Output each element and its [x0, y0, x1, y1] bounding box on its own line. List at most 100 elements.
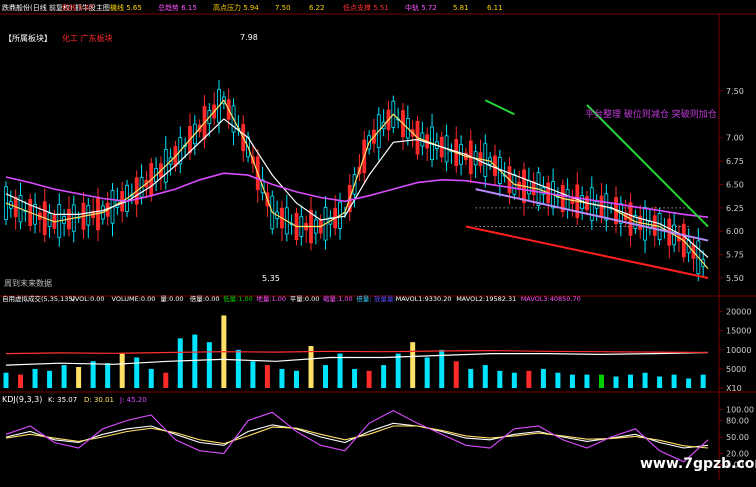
- volume-bar: [686, 378, 692, 388]
- ma-line: [5, 118, 709, 258]
- kdj-field: J: 45.20: [119, 396, 147, 404]
- volume-bar: [584, 374, 590, 388]
- volume-bar: [76, 367, 82, 388]
- volume-bar: [642, 372, 648, 388]
- volume-field: 放量量:: [374, 294, 396, 303]
- volume-bar: [424, 357, 430, 388]
- volume-field: 低量:1.00: [223, 294, 253, 303]
- y-tick-label: 15000: [726, 327, 751, 336]
- volume-bar: [468, 368, 474, 388]
- volume-bar: [323, 365, 329, 388]
- sector-names: 化工 广东板块: [62, 33, 113, 43]
- high-marker: 7.98: [240, 33, 258, 42]
- volume-field: MAVOL3:40850.70: [521, 295, 581, 303]
- volume-bar: [671, 374, 677, 388]
- volume-bar: [453, 361, 459, 388]
- y-tick-label: 7.00: [726, 134, 744, 143]
- header-field: 6.22: [309, 4, 325, 12]
- volume-bar: [264, 365, 270, 388]
- volume-bar: [119, 353, 125, 388]
- y-tick-label: 5.75: [726, 251, 744, 260]
- header-field: 中轨 5.72: [405, 3, 437, 12]
- header-field: 总趋势 6.15: [158, 3, 197, 12]
- volume-bar: [598, 374, 604, 388]
- volume-field: 地量:1.00: [256, 294, 286, 303]
- header-field: 供线 5.67: [62, 3, 94, 12]
- volume-bar: [250, 361, 256, 388]
- y-tick-label: 20000: [726, 308, 751, 317]
- volume-field: VVOL:0.00: [70, 295, 104, 303]
- ma-line: [5, 99, 709, 269]
- volume-field: 平量:0.00: [290, 295, 320, 303]
- kdj-line: [5, 409, 709, 463]
- volume-field: MAVOL1:9330.20: [396, 295, 452, 303]
- volume-bar: [526, 370, 532, 388]
- volume-bar: [18, 374, 24, 388]
- volume-bar: [569, 374, 575, 388]
- volume-bar: [540, 368, 546, 388]
- watermark: www.7gpzb.com: [640, 456, 756, 472]
- trend-line: [484, 99, 515, 116]
- y-tick-label: 100.00: [726, 406, 754, 415]
- volume-field: 缩量:1.00: [323, 294, 353, 303]
- overlay-text: 平台整理 破位则减仓 突破则加仓: [585, 108, 717, 120]
- y-tick-label: X10: [726, 384, 742, 393]
- mavol-line: [5, 351, 709, 366]
- volume-bar: [366, 370, 372, 388]
- volume-bar: [32, 368, 38, 388]
- y-tick-label: 6.25: [726, 204, 744, 213]
- volume-field: 自用虚拟成交(5,35,135): [2, 294, 75, 303]
- volume-bar: [497, 370, 503, 388]
- volume-bar: [700, 374, 706, 388]
- volume-bar: [61, 365, 67, 388]
- volume-bar: [293, 370, 299, 388]
- sector-tag: 【所属板块】: [4, 33, 52, 43]
- volume-bar: [3, 372, 9, 388]
- volume-bar: [511, 372, 517, 388]
- volume-bar: [192, 334, 198, 388]
- kdj-title: KDJ(9,3,3): [2, 395, 42, 404]
- volume-bar: [410, 342, 416, 388]
- y-tick-label: 6.00: [726, 227, 744, 236]
- stock-chart: 跌鼎般份(日线 前复权) 抓牛股主图 供线 5.67 機线 5.65 总趋势 6.1…: [0, 3, 756, 480]
- low-marker: 5.35: [262, 274, 280, 283]
- y-tick-label: 5000: [726, 365, 746, 374]
- volume-panel: [3, 315, 709, 388]
- volume-fields: 自用虚拟成交(5,35,135)VVOL:0.00 VOLUME:0.00 量:0.…: [2, 294, 581, 303]
- volume-bar: [555, 372, 561, 388]
- header-field: 機线 5.65: [110, 3, 142, 12]
- volume-bar: [105, 363, 111, 388]
- y-tick-label: 5.50: [726, 274, 744, 283]
- kdj-field: D: 30.01: [84, 396, 114, 404]
- header-field: 高点压力 5.94: [213, 3, 259, 12]
- trend-line: [465, 225, 709, 279]
- volume-bar: [381, 365, 387, 388]
- header-field: 7.50: [275, 4, 291, 12]
- volume-bar: [613, 376, 619, 388]
- volume-field: 量:0.00: [160, 295, 183, 303]
- volume-bar: [308, 346, 314, 388]
- volume-bar: [47, 370, 53, 388]
- volume-bar: [134, 357, 140, 388]
- kdj-fields: K: 35.07 D: 30.01 J: 45.20: [48, 396, 147, 404]
- y-axes: 7.50 7.00 6.75 6.50 6.25 6.00 5.75 5.50 20000 150…: [719, 87, 754, 470]
- chart-root: 跌鼎般份(日线 前复权) 抓牛股主图 供线 5.67 機线 5.65 总趋势 6.1…: [0, 0, 756, 487]
- kdj-field: K: 35.07: [48, 396, 77, 404]
- volume-bar: [163, 372, 169, 388]
- header-field: 5.81: [453, 4, 469, 12]
- note-left: 周到末来数据: [4, 278, 52, 288]
- y-tick-label: 50.00: [726, 433, 749, 442]
- grid-layer: [0, 13, 756, 480]
- y-tick-label: 6.50: [726, 180, 744, 189]
- y-tick-label: 10000: [726, 346, 751, 355]
- y-tick-label: 6.75: [726, 157, 744, 166]
- volume-bar: [235, 349, 241, 388]
- y-tick-label: 80.00: [726, 417, 749, 426]
- volume-bar: [148, 368, 154, 388]
- header-field: 低点支撑 5.51: [343, 3, 389, 12]
- volume-bar: [352, 368, 358, 388]
- volume-field: 倍量:0.00: [190, 294, 220, 303]
- volume-bar: [482, 365, 488, 388]
- volume-bar: [337, 353, 343, 388]
- volume-bar: [206, 342, 212, 388]
